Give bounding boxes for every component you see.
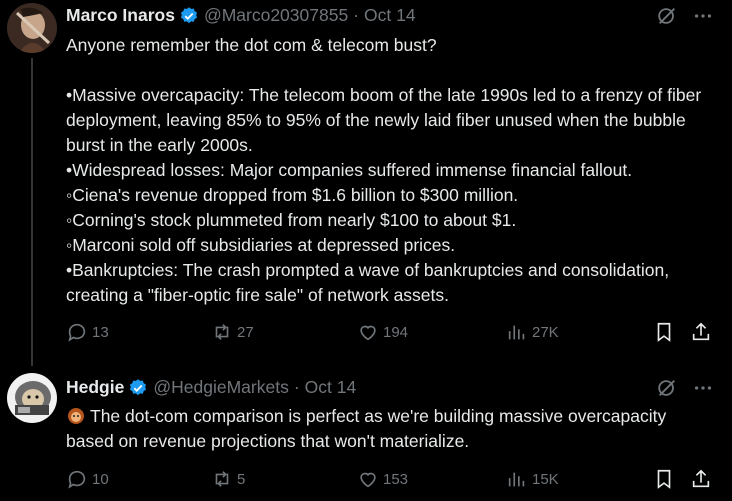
post-line: •Widespread losses: Major companies suff…: [66, 160, 633, 180]
author-name[interactable]: Hedgie: [66, 377, 124, 398]
action-bar: 10 5 153 15K: [66, 468, 716, 492]
bookmark-button[interactable]: [653, 468, 675, 490]
share-icon: [692, 322, 710, 341]
like-count: 153: [383, 470, 409, 488]
views-icon: [508, 472, 525, 487]
repost-icon: [215, 471, 229, 487]
views-count: 27K: [532, 323, 559, 341]
like-icon: [360, 472, 376, 488]
author-handle[interactable]: @HedgieMarkets: [153, 377, 288, 398]
grok-icon[interactable]: [656, 5, 678, 27]
hedgehog-emoji: [68, 408, 84, 424]
separator-dot: ·: [353, 5, 360, 25]
more-icon[interactable]: [692, 5, 714, 27]
post-line: ◦Marconi sold off subsidiaries at depres…: [66, 235, 456, 255]
post-marco[interactable]: Marco Inaros @Marco20307855 · Oct 14 Any…: [0, 0, 732, 356]
share-button[interactable]: [690, 321, 712, 343]
repost-button[interactable]: 27: [211, 321, 254, 343]
reply-count: 13: [92, 323, 109, 341]
post-line: •Massive overcapacity: The telecom boom …: [66, 85, 707, 155]
post-line: ◦Ciena's revenue dropped from $1.6 billi…: [66, 185, 519, 205]
more-icon[interactable]: [692, 377, 714, 399]
bookmark-icon: [657, 322, 671, 342]
post-line: Anyone remember the dot com & telecom bu…: [66, 35, 437, 55]
post-line: ◦Corning's stock plummeted from nearly $…: [66, 210, 517, 230]
views-count: 15K: [532, 470, 559, 488]
views-button[interactable]: 15K: [506, 468, 559, 490]
like-icon: [360, 325, 376, 341]
reply-count: 10: [92, 470, 109, 488]
author-handle[interactable]: @Marco20307855: [204, 5, 348, 26]
author-name[interactable]: Marco Inaros: [66, 5, 175, 26]
grok-icon[interactable]: [656, 377, 678, 399]
like-count: 194: [383, 323, 409, 341]
post-hedgie[interactable]: Hedgie @HedgieMarkets · Oct 14 The dot-c…: [0, 368, 732, 501]
reply-button[interactable]: 10: [66, 468, 109, 490]
repost-icon: [215, 324, 229, 340]
views-icon: [508, 325, 525, 340]
verified-badge-icon: [180, 6, 197, 23]
bookmark-icon: [657, 469, 671, 489]
post-line: The dot-com comparison is perfect as we'…: [66, 404, 716, 454]
share-button[interactable]: [690, 468, 712, 490]
post-date[interactable]: Oct 14: [305, 377, 357, 398]
avatar[interactable]: [7, 3, 57, 53]
post-text: The dot-com comparison is perfect as we'…: [66, 404, 716, 454]
repost-count: 5: [237, 470, 246, 488]
repost-count: 27: [237, 323, 254, 341]
reply-icon: [68, 323, 86, 342]
post-line: •Bankruptcies: The crash prompted a wave…: [66, 260, 674, 305]
post-date[interactable]: Oct 14: [364, 5, 416, 26]
reply-icon: [68, 470, 86, 489]
separator-dot: ·: [293, 377, 300, 397]
avatar[interactable]: [7, 373, 57, 423]
views-button[interactable]: 27K: [506, 321, 559, 343]
bookmark-button[interactable]: [653, 321, 675, 343]
reply-button[interactable]: 13: [66, 321, 109, 343]
repost-button[interactable]: 5: [211, 468, 245, 490]
post-line: [66, 58, 716, 83]
like-button[interactable]: 153: [357, 468, 408, 490]
post-line-text: The dot-com comparison is perfect as we'…: [66, 406, 672, 451]
share-icon: [692, 469, 710, 488]
post-text: Anyone remember the dot com & telecom bu…: [66, 33, 716, 308]
verified-badge-icon: [130, 378, 147, 395]
like-button[interactable]: 194: [357, 321, 408, 343]
action-bar: 13 27 194 27K: [66, 321, 716, 345]
